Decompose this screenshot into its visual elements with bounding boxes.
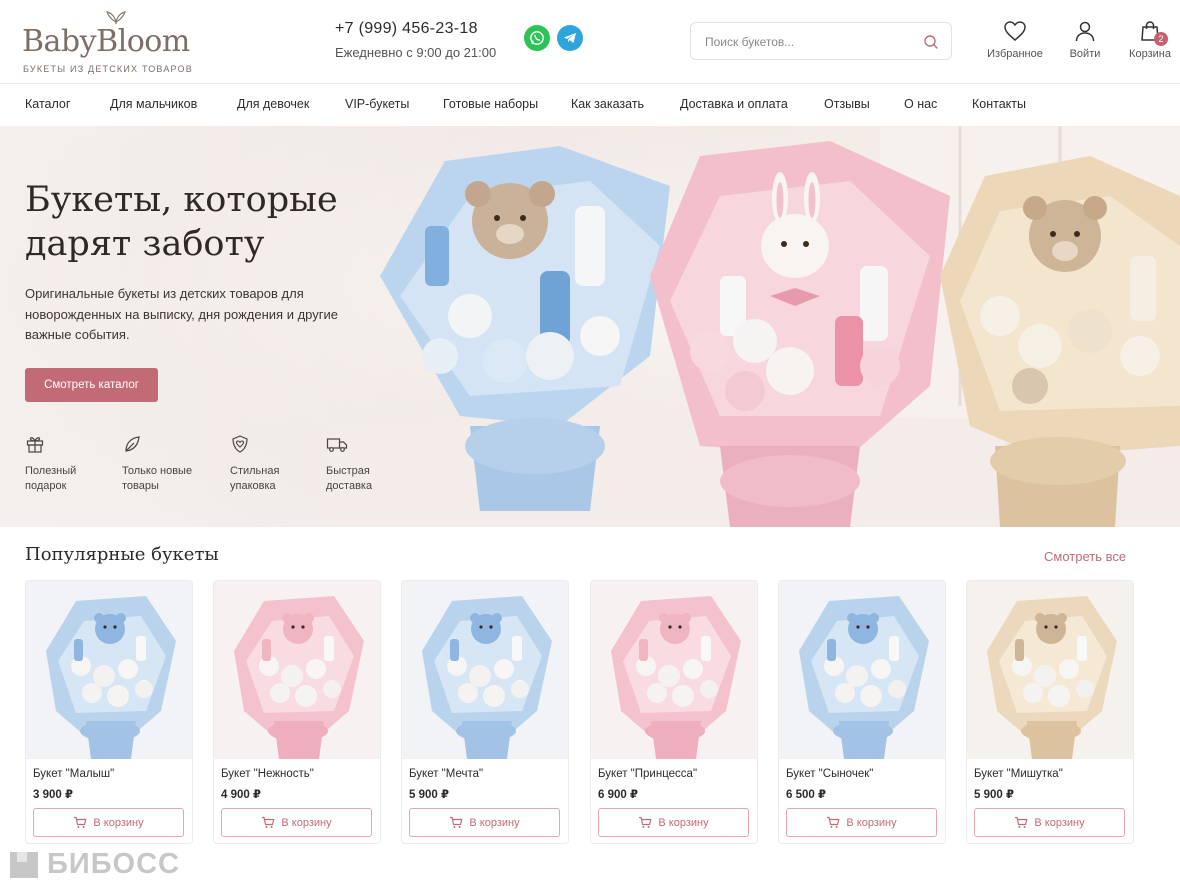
- cart-count-badge: 2: [1154, 32, 1168, 46]
- hero-title: Букеты, которые дарят заботу: [25, 180, 338, 264]
- working-hours: Ежедневно с 9:00 до 21:00: [335, 45, 497, 60]
- nav-item-contacts[interactable]: Контакты: [972, 97, 1026, 111]
- product-name[interactable]: Букет "Принцесса": [598, 768, 697, 780]
- product-price: 6 500 ₽: [786, 789, 826, 801]
- cart-icon: [639, 816, 652, 828]
- watermark-logo-notch: [17, 852, 27, 862]
- nav-item-delivery[interactable]: Доставка и оплата: [680, 97, 788, 111]
- whatsapp-button[interactable]: [524, 25, 550, 51]
- logo-tagline: БУКЕТЫ ИЗ ДЕТСКИХ ТОВАРОВ: [23, 64, 193, 74]
- add-to-cart-label: В корзину: [846, 816, 897, 829]
- cart-icon: [262, 816, 275, 828]
- whatsapp-icon: [530, 31, 544, 45]
- feature-label: Быстрая доставка: [326, 465, 373, 492]
- product-card[interactable]: Букет "Нежность" 4 900 ₽ В корзину: [213, 580, 381, 844]
- telegram-button[interactable]: [557, 25, 583, 51]
- leaf-icon: [125, 436, 140, 452]
- search-input[interactable]: [705, 32, 915, 52]
- telegram-icon: [564, 33, 576, 43]
- phone-number[interactable]: +7 (999) 456-23-18: [335, 20, 478, 38]
- add-to-cart-button[interactable]: В корзину: [598, 808, 749, 837]
- nav-item-boys[interactable]: Для мальчиков: [110, 97, 197, 111]
- product-name[interactable]: Букет "Нежность": [221, 768, 314, 780]
- add-to-cart-label: В корзину: [1034, 816, 1085, 829]
- feature-new-goods: Только новые товары: [122, 434, 222, 494]
- view-catalog-button[interactable]: Смотреть каталог: [25, 368, 158, 402]
- cart-icon: [827, 816, 840, 828]
- gift-icon: [26, 437, 44, 453]
- feature-label: Полезный подарок: [25, 465, 77, 492]
- sprout-icon: [106, 11, 126, 24]
- add-to-cart-label: В корзину: [469, 816, 520, 829]
- product-image[interactable]: [26, 581, 193, 759]
- nav-item-girls[interactable]: Для девочек: [237, 97, 309, 111]
- product-name[interactable]: Букет "Мишутка": [974, 768, 1063, 780]
- login-link[interactable]: Войти: [1052, 20, 1118, 70]
- add-to-cart-label: В корзину: [281, 816, 332, 829]
- product-card[interactable]: Букет "Принцесса" 6 900 ₽ В корзину: [590, 580, 758, 844]
- cart-icon: [74, 816, 87, 828]
- product-price: 3 900 ₽: [33, 789, 73, 801]
- watermark-text: БИБОСС: [47, 848, 180, 880]
- cart-icon: [1015, 816, 1028, 828]
- product-card[interactable]: Букет "Малыш" 3 900 ₽ В корзину: [25, 580, 193, 844]
- cart-link[interactable]: 2 Корзина: [1117, 20, 1180, 70]
- login-label: Войти: [1069, 48, 1101, 60]
- product-name[interactable]: Букет "Сыночек": [786, 768, 873, 780]
- add-to-cart-button[interactable]: В корзину: [974, 808, 1125, 837]
- watermark: БИБОСС: [10, 848, 210, 882]
- cart-label: Корзина: [1129, 48, 1171, 60]
- popular-section-title: Популярные букеты: [25, 544, 219, 565]
- logo[interactable]: BabyBloom БУКЕТЫ ИЗ ДЕТСКИХ ТОВАРОВ: [22, 10, 192, 74]
- feature-useful-gift: Полезный подарок: [25, 434, 125, 494]
- nav-item-reviews[interactable]: Отзывы: [824, 97, 870, 111]
- heart-shield-icon: [232, 435, 248, 453]
- product-price: 5 900 ₽: [409, 789, 449, 801]
- heart-icon: [1004, 21, 1026, 41]
- product-price: 5 900 ₽: [974, 789, 1014, 801]
- cart-icon: [450, 816, 463, 828]
- feature-label: Стильная упаковка: [230, 465, 280, 492]
- search-box: [690, 22, 952, 60]
- nav-item-catalog[interactable]: Каталог: [25, 97, 70, 111]
- product-card[interactable]: Букет "Мечта" 5 900 ₽ В корзину: [401, 580, 569, 844]
- hero-banner: Букеты, которые дарят заботу Оригинальны…: [0, 126, 1180, 527]
- product-name[interactable]: Букет "Малыш": [33, 768, 114, 780]
- product-card[interactable]: Букет "Мишутка" 5 900 ₽ В корзину: [966, 580, 1134, 844]
- feature-label: Только новые товары: [122, 465, 193, 492]
- truck-icon: [326, 438, 348, 452]
- user-icon: [1075, 21, 1095, 42]
- hero-description: Оригинальные букеты из детских товаров д…: [25, 286, 338, 342]
- product-image[interactable]: [779, 581, 946, 759]
- add-to-cart-button[interactable]: В корзину: [33, 808, 184, 837]
- product-image[interactable]: [967, 581, 1134, 759]
- nav-item-vip[interactable]: VIP-букеты: [345, 97, 409, 111]
- product-image[interactable]: [591, 581, 758, 759]
- product-image[interactable]: [402, 581, 569, 759]
- favorites-label: Избранное: [987, 48, 1043, 60]
- nav-item-how-to-order[interactable]: Как заказать: [571, 97, 644, 111]
- product-price: 4 900 ₽: [221, 789, 261, 801]
- see-all-link[interactable]: Смотреть все: [1044, 549, 1126, 564]
- add-to-cart-button[interactable]: В корзину: [221, 808, 372, 837]
- feature-fast-delivery: Быстрая доставка: [326, 434, 426, 494]
- search-icon[interactable]: [923, 34, 939, 50]
- logo-text: BabyBloom: [22, 24, 190, 59]
- main-nav: Каталог Для мальчиков Для девочек VIP-бу…: [0, 84, 1180, 126]
- add-to-cart-label: В корзину: [93, 816, 144, 829]
- product-price: 6 900 ₽: [598, 789, 638, 801]
- add-to-cart-button[interactable]: В корзину: [409, 808, 560, 837]
- nav-item-about[interactable]: О нас: [904, 97, 937, 111]
- product-name[interactable]: Букет "Мечта": [409, 768, 483, 780]
- favorites-link[interactable]: Избранное: [982, 20, 1048, 70]
- site-header: BabyBloom БУКЕТЫ ИЗ ДЕТСКИХ ТОВАРОВ +7 (…: [0, 0, 1180, 84]
- product-card[interactable]: Букет "Сыночек" 6 500 ₽ В корзину: [778, 580, 946, 844]
- add-to-cart-button[interactable]: В корзину: [786, 808, 937, 837]
- feature-stylish-packaging: Стильная упаковка: [230, 434, 330, 494]
- nav-item-sets[interactable]: Готовые наборы: [443, 97, 538, 111]
- add-to-cart-label: В корзину: [658, 816, 709, 829]
- product-image[interactable]: [214, 581, 381, 759]
